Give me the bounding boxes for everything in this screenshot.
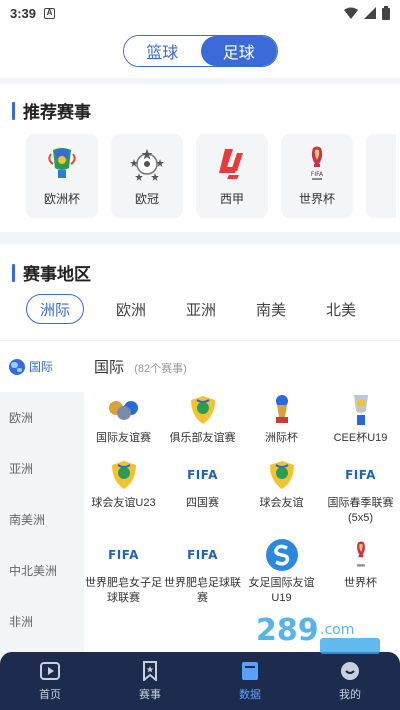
- sport-toggle: 篮球 足球: [123, 35, 278, 67]
- laliga-logo: [212, 146, 252, 182]
- sidebar-item-central-north-america[interactable]: 中北美洲: [0, 545, 84, 596]
- fifa-logo: FIFA: [108, 548, 139, 562]
- nav-mine[interactable]: 我的: [300, 652, 400, 710]
- tab-north-america[interactable]: 北美: [306, 294, 376, 324]
- toggle-football[interactable]: 足球: [200, 36, 277, 66]
- sidebar-item-asia[interactable]: 亚洲: [0, 443, 84, 494]
- balls-icon: [106, 393, 142, 427]
- header: 篮球 足球: [0, 26, 400, 78]
- fifa-logo: FIFA: [187, 548, 218, 562]
- world-cup-logo: [343, 538, 379, 572]
- wifi-icon: [344, 7, 358, 19]
- watermark-logo: 289 .com: [256, 613, 380, 654]
- competition-item[interactable]: 洲际杯: [242, 393, 321, 446]
- club-friendly-icon: [106, 458, 142, 492]
- recommended-section: 推荐赛事 欧洲杯 欧冠 西甲 FIFA 世界杯: [0, 84, 400, 232]
- title-accent-bar: [12, 263, 15, 282]
- region-tabs: 洲际 欧洲 亚洲 南美 北美: [26, 294, 376, 324]
- play-icon: [39, 660, 61, 682]
- club-friendly-icon: [264, 458, 300, 492]
- globe-icon: [9, 358, 25, 375]
- status-time: 3:39: [10, 5, 37, 21]
- competition-item[interactable]: 球会友谊: [242, 458, 321, 526]
- bookmark-icon: [139, 660, 161, 682]
- nav-events[interactable]: 赛事: [100, 652, 200, 710]
- region-title: 赛事地区: [12, 260, 91, 285]
- competition-item[interactable]: 女足国际友谊U19: [242, 538, 321, 606]
- competition-item[interactable]: 俱乐部友谊赛: [163, 393, 242, 446]
- book-icon: [239, 660, 261, 682]
- competition-panel-header: 国际 (82个赛事): [94, 356, 187, 377]
- fifa-logo: FIFA: [345, 468, 376, 482]
- recommended-card-more[interactable]: [366, 134, 396, 218]
- tab-asia[interactable]: 亚洲: [166, 294, 236, 324]
- title-accent-bar: [12, 101, 15, 120]
- svg-text:289: 289: [256, 613, 319, 648]
- competition-item[interactable]: FIFA 四国赛: [163, 458, 242, 526]
- svg-text:FIFA: FIFA: [311, 171, 324, 178]
- competition-item[interactable]: FIFA 国际春季联赛(5x5): [321, 458, 400, 526]
- toggle-basketball[interactable]: 篮球: [124, 36, 201, 66]
- user-icon: [339, 660, 361, 682]
- battery-icon: [382, 6, 390, 20]
- cee-cup-icon: [343, 393, 379, 427]
- nav-home[interactable]: 首页: [0, 652, 100, 710]
- sidebar-item-international[interactable]: 国际: [0, 341, 84, 392]
- svg-text:.com: .com: [320, 622, 354, 638]
- recommended-card-ucl[interactable]: 欧冠: [111, 134, 183, 218]
- tab-intercontinental[interactable]: 洲际: [26, 294, 84, 324]
- competition-item[interactable]: 世界杯: [321, 538, 400, 606]
- s-logo: [264, 538, 300, 572]
- recommended-card-euro[interactable]: 欧洲杯: [26, 134, 98, 218]
- tab-south-america[interactable]: 南美: [236, 294, 306, 324]
- tab-europe[interactable]: 欧洲: [96, 294, 166, 324]
- recommended-list: 欧洲杯 欧冠 西甲 FIFA 世界杯: [26, 134, 396, 218]
- competition-grid: 国际友谊赛 俱乐部友谊赛 洲际杯 CEE杯U19 球会友谊U23 FIFA 四国…: [84, 393, 400, 606]
- sidebar-item-europe[interactable]: 欧洲: [0, 392, 84, 443]
- recommended-card-laliga[interactable]: 西甲: [196, 134, 268, 218]
- competition-item[interactable]: 球会友谊U23: [84, 458, 163, 526]
- world-cup-logo: FIFA: [297, 146, 337, 182]
- signal-icon: [364, 7, 376, 19]
- nav-data[interactable]: 数据: [200, 652, 300, 710]
- sidebar-item-africa[interactable]: 非洲: [0, 596, 84, 647]
- sidebar-item-south-america[interactable]: 南美洲: [0, 494, 84, 545]
- competition-count: (82个赛事): [134, 363, 187, 375]
- recommended-card-label: 欧冠: [134, 192, 159, 206]
- recommended-card-label: 西甲: [219, 192, 244, 206]
- status-bar: 3:39 A: [0, 0, 400, 26]
- fifa-logo: FIFA: [187, 468, 218, 482]
- competition-panel-title: 国际: [94, 359, 125, 376]
- recommended-title: 推荐赛事: [12, 98, 91, 123]
- competition-item[interactable]: 国际友谊赛: [84, 393, 163, 446]
- club-friendly-icon: [185, 393, 221, 427]
- competition-item[interactable]: CEE杯U19: [321, 393, 400, 446]
- recommended-card-label: 世界杯: [298, 192, 335, 206]
- recommended-card-worldcup[interactable]: FIFA 世界杯: [281, 134, 353, 218]
- champions-league-logo: [127, 146, 167, 182]
- intercontinental-cup-icon: [264, 393, 300, 427]
- recommended-card-label: 欧洲杯: [43, 192, 80, 206]
- bottom-nav: 首页 赛事 数据 我的: [0, 652, 400, 710]
- euro-cup-logo: [42, 146, 82, 182]
- competition-item[interactable]: FIFA 世界肥皂足球联赛: [163, 538, 242, 606]
- competition-item[interactable]: FIFA 世界肥皂女子足球联赛: [84, 538, 163, 606]
- notification-icon: A: [44, 7, 56, 19]
